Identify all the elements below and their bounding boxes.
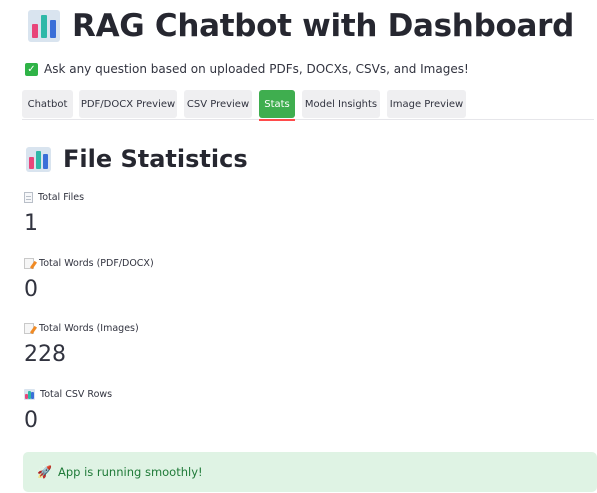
- tab-bar: Chatbot PDF/DOCX Preview CSV Preview Sta…: [22, 90, 594, 121]
- metric-total-csv-rows: Total CSV Rows 0: [24, 389, 112, 433]
- metric-value: 228: [24, 342, 66, 367]
- metric-label: Total Words (PDF/DOCX): [39, 258, 154, 269]
- memo-icon: [24, 258, 34, 269]
- section-title-text: File Statistics: [63, 145, 248, 173]
- bar-chart-icon: [26, 146, 51, 172]
- tab-chatbot[interactable]: Chatbot: [22, 90, 73, 118]
- metric-value: 1: [24, 211, 38, 236]
- status-success-box: 🚀 App is running smoothly!: [23, 452, 597, 492]
- app-title: RAG Chatbot with Dashboard: [28, 8, 574, 44]
- section-title: File Statistics: [26, 145, 248, 173]
- metric-total-words-pdf-docx: Total Words (PDF/DOCX) 0: [24, 258, 154, 302]
- check-box-icon: ✓: [25, 62, 38, 76]
- tab-image-preview[interactable]: Image Preview: [387, 90, 466, 118]
- memo-icon: [24, 323, 34, 334]
- stats-dashboard-page: RAG Chatbot with Dashboard ✓ Ask any que…: [0, 0, 597, 493]
- metric-value: 0: [24, 277, 38, 302]
- status-text: App is running smoothly!: [57, 465, 203, 479]
- tab-csv-preview[interactable]: CSV Preview: [184, 90, 252, 118]
- metric-value: 0: [24, 408, 38, 433]
- bar-chart-icon: [28, 10, 60, 42]
- bar-chart-icon: [24, 389, 35, 400]
- upload-notice-text: Ask any question based on uploaded PDFs,…: [44, 62, 469, 76]
- upload-notice: ✓ Ask any question based on uploaded PDF…: [25, 62, 469, 76]
- metric-label: Total Words (Images): [39, 323, 139, 334]
- tab-model-insights[interactable]: Model Insights: [302, 90, 380, 118]
- rocket-icon: 🚀: [37, 465, 52, 479]
- document-icon: [24, 192, 33, 203]
- metric-total-words-images: Total Words (Images) 228: [24, 323, 139, 367]
- metric-label: Total Files: [38, 192, 85, 203]
- metric-total-files: Total Files 1: [24, 192, 84, 236]
- tab-pdf-docx-preview[interactable]: PDF/DOCX Preview: [79, 90, 177, 118]
- app-title-text: RAG Chatbot with Dashboard: [72, 8, 574, 44]
- tab-stats[interactable]: Stats: [259, 90, 295, 121]
- metric-label: Total CSV Rows: [40, 389, 113, 400]
